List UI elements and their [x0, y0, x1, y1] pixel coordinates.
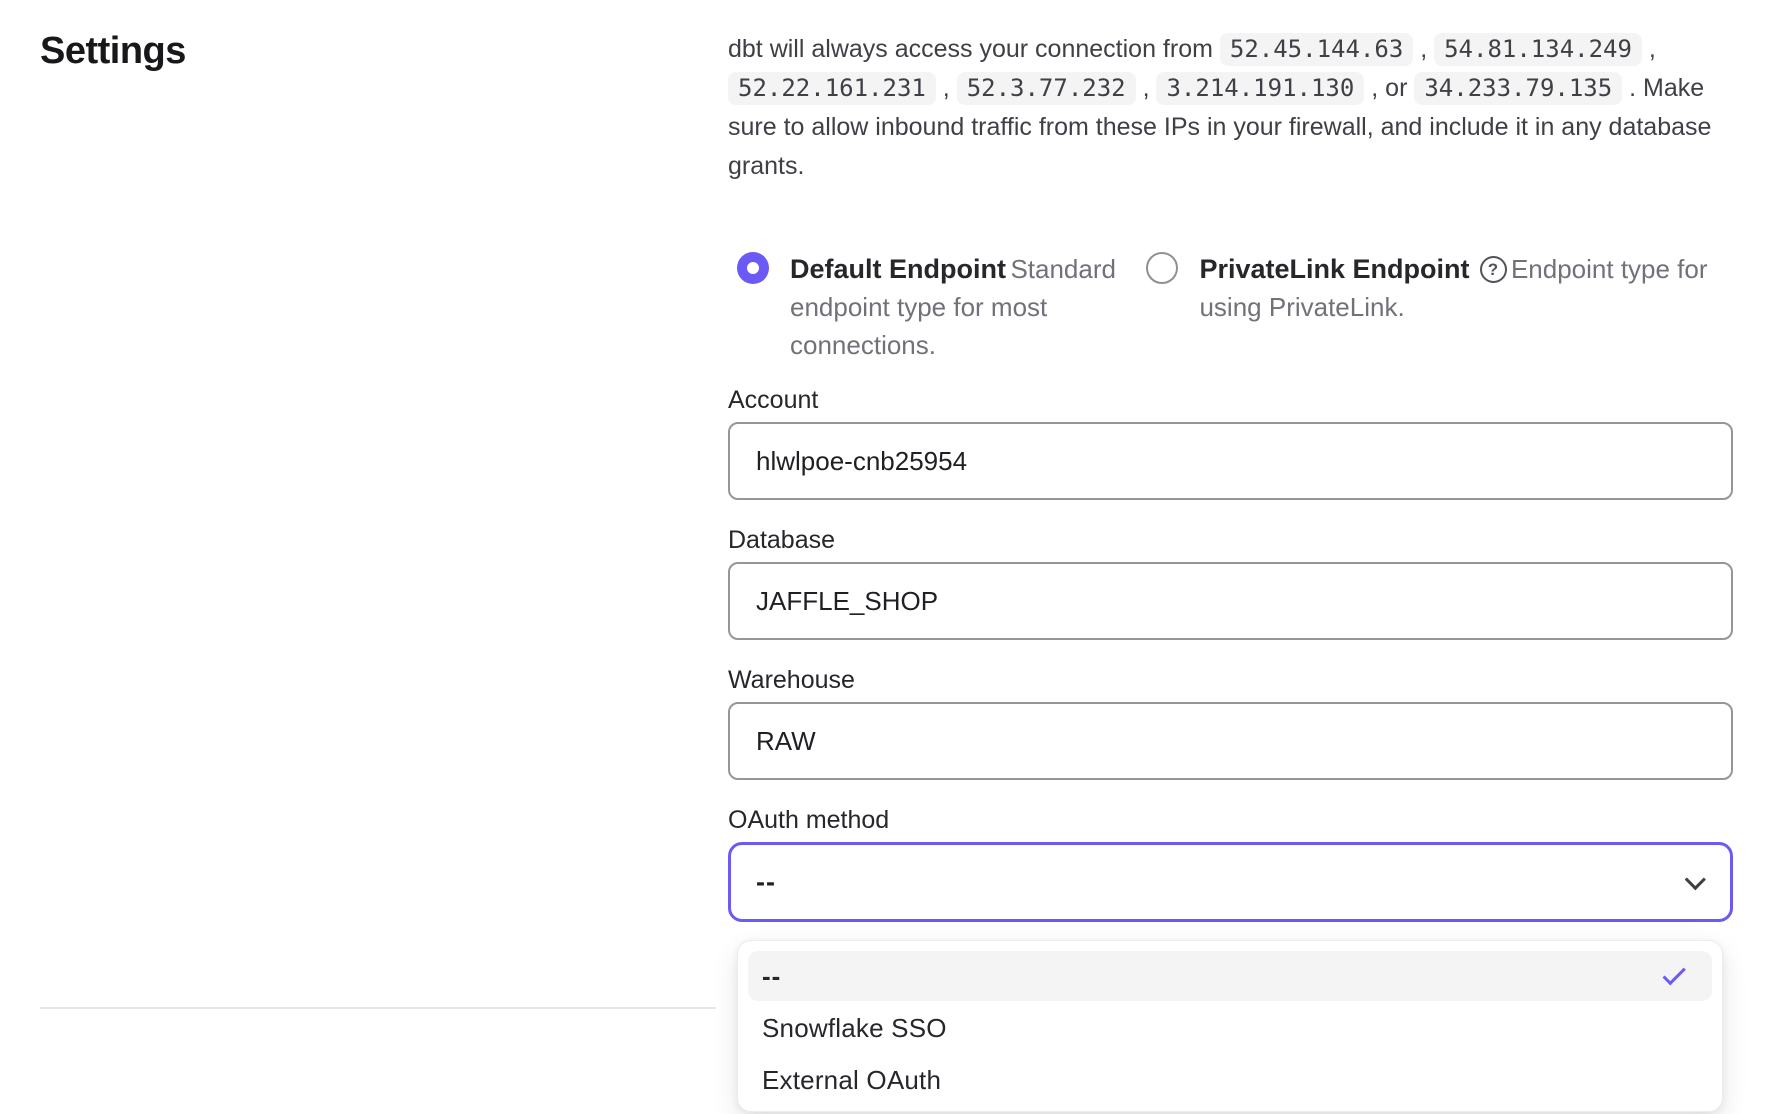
- ip-address-chip: 3.214.191.130: [1156, 72, 1364, 105]
- ip-address-chip: 54.81.134.249: [1434, 33, 1642, 66]
- ip-address-chip: 52.22.161.231: [728, 72, 936, 105]
- database-input[interactable]: [728, 562, 1733, 640]
- endpoint-type-radio-group: Default Endpoint Standard endpoint type …: [737, 250, 1733, 364]
- dropdown-option-label: Snowflake SSO: [762, 1013, 947, 1044]
- oauth-method-label: OAuth method: [728, 806, 1733, 834]
- oauth-method-field-group: OAuth method --: [728, 806, 1733, 922]
- warehouse-field-group: Warehouse: [728, 666, 1733, 780]
- privatelink-endpoint-label: PrivateLink Endpoint: [1199, 251, 1469, 287]
- chevron-down-icon: [1685, 869, 1706, 890]
- account-field-group: Account: [728, 386, 1733, 500]
- warehouse-input[interactable]: [728, 702, 1733, 780]
- oauth-method-dropdown-menu: -- Snowflake SSO External OAuth: [737, 940, 1723, 1112]
- ip-note-intro: dbt will always access your connection f…: [728, 35, 1220, 63]
- dropdown-option-none[interactable]: --: [748, 951, 1712, 1001]
- help-question-icon[interactable]: ?: [1480, 256, 1507, 283]
- dropdown-option-label: External OAuth: [762, 1065, 941, 1096]
- oauth-method-select[interactable]: --: [728, 842, 1733, 922]
- section-divider: [40, 1007, 716, 1009]
- check-icon: [1663, 962, 1686, 985]
- database-label: Database: [728, 526, 1733, 554]
- dropdown-option-snowflake-sso[interactable]: Snowflake SSO: [748, 1003, 1712, 1053]
- ip-allowlist-note: dbt will always access your connection f…: [728, 30, 1733, 186]
- page-title: Settings: [40, 30, 186, 73]
- ip-address-chip: 52.45.144.63: [1220, 33, 1413, 66]
- dropdown-option-external-oauth[interactable]: External OAuth: [748, 1055, 1712, 1105]
- oauth-method-selected-value: --: [756, 867, 776, 898]
- account-label: Account: [728, 386, 1733, 414]
- dropdown-option-label: --: [762, 961, 781, 992]
- database-field-group: Database: [728, 526, 1733, 640]
- radio-option-default-endpoint[interactable]: Default Endpoint Standard endpoint type …: [737, 250, 1146, 364]
- radio-selected-icon[interactable]: [737, 252, 769, 284]
- connection-settings-form: dbt will always access your connection f…: [728, 30, 1733, 1112]
- account-input[interactable]: [728, 422, 1733, 500]
- radio-unselected-icon[interactable]: [1146, 252, 1178, 284]
- default-endpoint-label: Default Endpoint: [790, 251, 1006, 287]
- ip-address-chip: 52.3.77.232: [957, 72, 1136, 105]
- radio-option-privatelink-endpoint[interactable]: PrivateLink Endpoint? Endpoint type for …: [1146, 250, 1733, 364]
- ip-address-chip: 34.233.79.135: [1414, 72, 1622, 105]
- warehouse-label: Warehouse: [728, 666, 1733, 694]
